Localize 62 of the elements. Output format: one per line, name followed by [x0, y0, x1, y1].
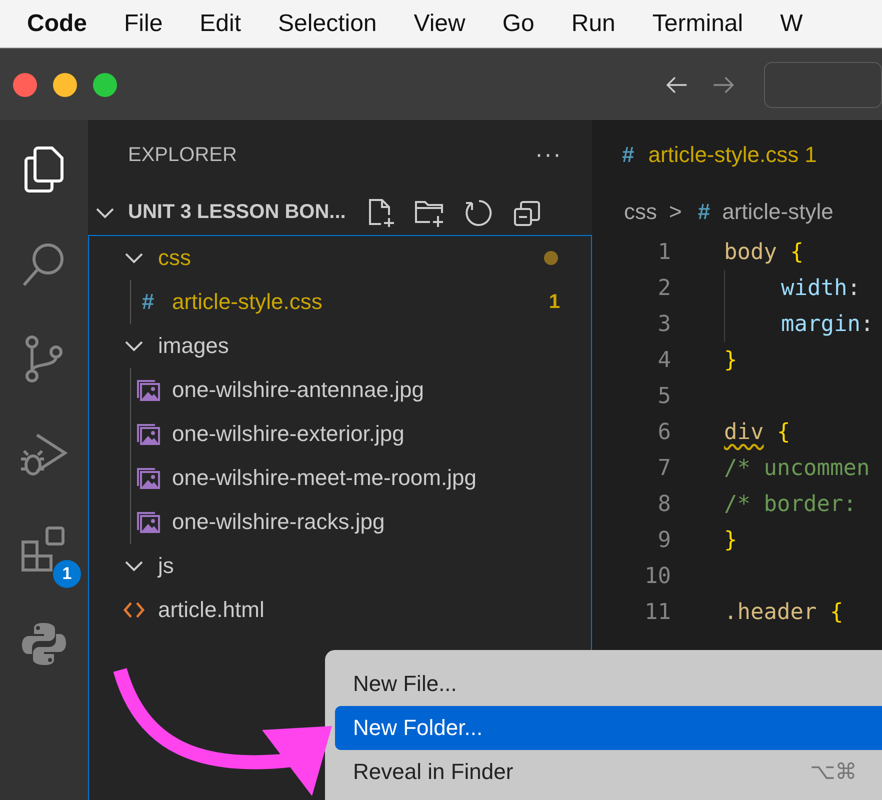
line-number: 1 [656, 240, 671, 264]
image-file-icon [136, 467, 160, 489]
breadcrumb-item[interactable]: css [624, 199, 657, 225]
code-line: /* uncommen [724, 456, 870, 480]
line-number: 5 [656, 384, 671, 408]
image-file-icon [136, 423, 160, 445]
tree-item[interactable]: js [89, 544, 591, 588]
code-line: .header { [724, 600, 844, 624]
notification-badge: 1 [53, 560, 81, 588]
image-file-icon [136, 379, 160, 401]
code-line: } [724, 528, 738, 552]
line-number: 7 [656, 456, 671, 480]
code-brackets-icon [123, 600, 145, 620]
more-actions-button[interactable]: ··· [535, 141, 562, 169]
tree-item[interactable]: article.html [89, 588, 591, 632]
line-number: 10 [644, 564, 671, 588]
menu-item[interactable]: New File... [335, 662, 882, 706]
menu-item[interactable]: Terminal [652, 10, 744, 38]
menu-item[interactable]: New Folder... [335, 706, 882, 750]
line-number: 11 [644, 600, 671, 624]
line-number: 9 [656, 528, 671, 552]
explorer-title: EXPLORER [128, 144, 237, 166]
app-menu[interactable]: Code [27, 10, 87, 38]
menu-item[interactable]: Go [502, 10, 534, 38]
tree-item[interactable]: one-wilshire-antennae.jpg [89, 368, 591, 412]
tree-item[interactable]: # article-style.css 1 [89, 280, 591, 324]
css-file-icon: # [142, 289, 154, 315]
tree-item[interactable]: one-wilshire-racks.jpg [89, 500, 591, 544]
zoom-window-button[interactable] [93, 72, 117, 96]
breadcrumb-item[interactable]: article-style [722, 199, 834, 225]
menu-item[interactable]: Reveal in Finder ⌥⌘ [335, 750, 882, 794]
menu-item[interactable]: File [124, 10, 163, 38]
folder-section-title[interactable]: UNIT 3 LESSON BON... [128, 201, 346, 224]
code-line: width: [781, 276, 860, 300]
refresh-icon[interactable] [464, 198, 494, 228]
tree-item[interactable]: css [89, 236, 591, 280]
line-number: 6 [656, 420, 671, 444]
image-file-icon [136, 511, 160, 533]
tree-item[interactable]: one-wilshire-meet-me-room.jpg [89, 456, 591, 500]
menu-item[interactable]: Run [571, 10, 616, 38]
search-field[interactable] [764, 62, 882, 108]
line-number: 4 [656, 348, 671, 372]
minimize-window-button[interactable] [53, 72, 77, 96]
files-icon[interactable] [22, 144, 66, 194]
line-number: 8 [656, 492, 671, 516]
breadcrumb-separator: > [669, 199, 682, 225]
menu-item[interactable]: W [780, 10, 803, 38]
menu-item[interactable]: View [414, 10, 466, 38]
code-line: body { [724, 240, 804, 264]
menu-item[interactable]: Edit [200, 10, 242, 38]
line-number: 3 [656, 312, 671, 336]
code-line: /* border: [724, 492, 856, 516]
tree-item[interactable]: one-wilshire-exterior.jpg [89, 412, 591, 456]
menu-item[interactable]: Selection [278, 10, 377, 38]
tree-item[interactable]: images [89, 324, 591, 368]
problem-count: 1 [548, 290, 560, 314]
line-number: 2 [656, 276, 671, 300]
css-file-icon: # [698, 199, 710, 225]
code-line: margin: [781, 312, 874, 336]
code-line: div { [724, 420, 790, 444]
code-line: } [724, 348, 738, 372]
close-window-button[interactable] [13, 72, 37, 96]
